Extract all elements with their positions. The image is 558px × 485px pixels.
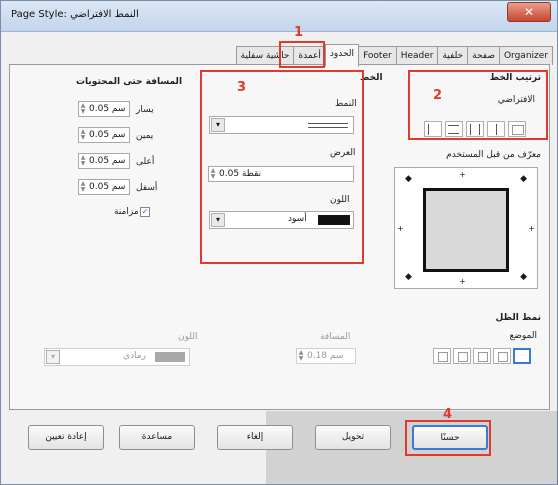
spacing-top-label: أعلى: [136, 157, 155, 167]
sync-checkbox[interactable]: ✓: [140, 207, 150, 217]
spacing-bottom-value: 0.05 سم: [89, 182, 126, 192]
shadow-distance-value: 0.18 سم: [307, 351, 344, 361]
annotation-number-3: 3: [237, 80, 247, 95]
spinner-arrows-icon[interactable]: ▲ ▼: [80, 155, 86, 167]
tab-header[interactable]: Header: [395, 46, 439, 65]
spacing-left-spinner[interactable]: ▲ ▼ 0.05 سم: [78, 101, 130, 117]
shadow-distance-label: المسافة: [320, 332, 351, 342]
help-button[interactable]: مساعدة: [119, 425, 195, 450]
shadow-top-right-icon[interactable]: [473, 348, 491, 364]
tab-page[interactable]: صفحة: [467, 46, 500, 65]
spacing-left-label: يسار: [136, 105, 154, 115]
close-icon: ✕: [523, 5, 535, 19]
shadow-color-swatch: [155, 352, 185, 362]
shadow-bottom-right-icon[interactable]: [493, 348, 511, 364]
shadow-distance-spinner[interactable]: ▲ ▼ 0.18 سم: [296, 348, 356, 364]
spinner-arrows-icon[interactable]: ▲ ▼: [80, 103, 86, 115]
annotation-box-1: [279, 41, 325, 68]
tab-borders[interactable]: الحدود: [324, 44, 360, 67]
tab-background[interactable]: خلفية: [437, 46, 469, 65]
shadow-position-label: الموضع: [509, 331, 537, 341]
annotation-number-1: 1: [294, 25, 304, 40]
shadow-color-dropdown[interactable]: ▾ رمادي: [44, 348, 190, 366]
shadow-color-label: اللون: [178, 332, 198, 342]
revert-button[interactable]: تحويل: [315, 425, 391, 450]
annotation-box-2: [408, 70, 548, 140]
shadow-bottom-left-icon[interactable]: [453, 348, 471, 364]
spacing-right-value: 0.05 سم: [89, 130, 126, 140]
spinner-arrows-icon[interactable]: ▲ ▼: [298, 350, 304, 362]
page-style-dialog: Page Style: النمط الافتراضي ✕ Organizer …: [0, 0, 558, 485]
cancel-button[interactable]: إلغاء: [217, 425, 293, 450]
spacing-title: المسافة حتى المحتويات: [76, 77, 183, 87]
shadow-top-left-icon[interactable]: [433, 348, 451, 364]
shadow-color-value: رمادي: [123, 351, 146, 361]
spinner-arrows-icon[interactable]: ▲ ▼: [80, 129, 86, 141]
tab-organizer[interactable]: Organizer: [498, 46, 553, 65]
annotation-number-4: 4: [443, 407, 453, 422]
spacing-bottom-spinner[interactable]: ▲ ▼ 0.05 سم: [78, 179, 130, 195]
spacing-right-spinner[interactable]: ▲ ▼ 0.05 سم: [78, 127, 130, 143]
annotation-box-4: [405, 420, 491, 456]
tab-footer[interactable]: Footer: [358, 46, 397, 65]
reset-button[interactable]: إعادة تعيين: [28, 425, 104, 450]
spacing-left-value: 0.05 سم: [89, 104, 126, 114]
shadow-title: نمط الظل: [495, 313, 541, 323]
spacing-bottom-label: أسفل: [136, 183, 158, 193]
annotation-box-3: [200, 70, 364, 264]
title-bar: Page Style: النمط الافتراضي ✕: [1, 1, 557, 32]
shadow-none-icon[interactable]: [513, 348, 531, 364]
close-button[interactable]: ✕: [507, 2, 551, 22]
spacing-top-value: 0.05 سم: [89, 156, 126, 166]
window-title: Page Style: النمط الافتراضي: [11, 9, 139, 20]
chevron-down-icon: ▾: [46, 350, 60, 364]
sync-label: مزامنة: [114, 207, 139, 217]
spacing-top-spinner[interactable]: ▲ ▼ 0.05 سم: [78, 153, 130, 169]
spinner-arrows-icon[interactable]: ▲ ▼: [80, 181, 86, 193]
annotation-number-2: 2: [433, 88, 443, 103]
spacing-right-label: يمين: [136, 131, 154, 141]
border-preview[interactable]: ◆ ◆ ◆ ◆ + + + +: [394, 167, 538, 289]
user-defined-label: معرّف من قبل المستخدم: [446, 150, 541, 160]
